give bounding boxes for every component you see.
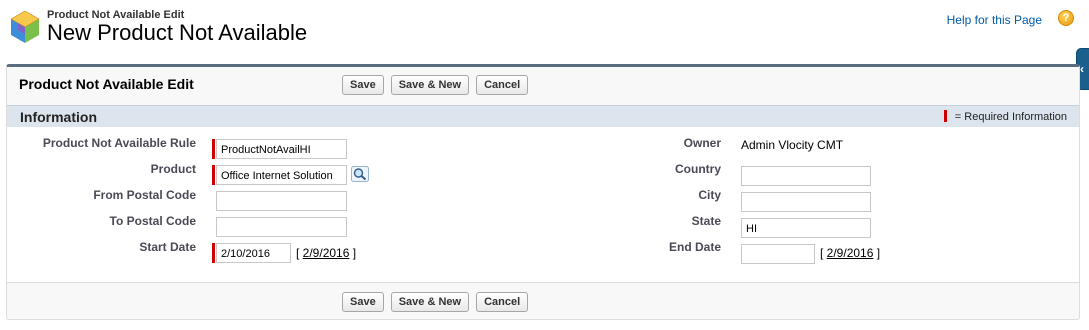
start-date-today: [ 2/9/2016 ] (296, 246, 356, 260)
product-input[interactable]: Office Internet Solution (216, 165, 347, 185)
save-button[interactable]: Save (342, 75, 384, 95)
page-title: New Product Not Available (47, 20, 308, 45)
to-postal-label: To Postal Code (109, 214, 196, 228)
save-and-new-button-bottom[interactable]: Save & New (390, 292, 470, 312)
to-postal-input[interactable] (216, 217, 347, 237)
chevron-left-icon: ‹ (1080, 62, 1084, 76)
start-date-bracket-open: [ (296, 246, 303, 260)
end-date-today-link[interactable]: 2/9/2016 (827, 246, 874, 260)
required-legend: = Required Information (943, 110, 1067, 123)
cancel-button[interactable]: Cancel (476, 75, 529, 95)
from-postal-label: From Postal Code (93, 188, 196, 202)
rule-required-marker (212, 139, 215, 159)
section-header: Information = Required Information (7, 105, 1079, 127)
rule-input[interactable]: ProductNotAvailHI (216, 139, 347, 159)
required-legend-text: = Required Information (954, 111, 1067, 123)
section-divider (7, 282, 1079, 283)
end-date-label: End Date (668, 240, 721, 254)
state-input[interactable]: HI (741, 218, 871, 238)
start-date-required-marker (212, 243, 215, 263)
section-title: Information (20, 109, 97, 125)
product-required-marker (212, 165, 215, 185)
block-title: Product Not Available Edit (19, 76, 194, 92)
city-input[interactable] (741, 192, 871, 212)
from-postal-input[interactable] (216, 191, 347, 211)
country-label: Country (675, 162, 721, 176)
edit-block: Product Not Available Edit Save Save & N… (6, 64, 1080, 320)
start-date-input[interactable]: 2/10/2016 (216, 243, 291, 263)
end-date-today: [ 2/9/2016 ] (820, 246, 880, 260)
help-link[interactable]: Help for this Page (947, 13, 1042, 27)
start-date-label: Start Date (139, 240, 196, 254)
required-marker (943, 110, 947, 122)
section-body: Product Not Available Rule ProductNotAva… (7, 127, 1079, 282)
save-and-new-button[interactable]: Save & New (390, 75, 470, 95)
product-cube-icon (10, 10, 40, 43)
end-date-input[interactable] (741, 244, 815, 264)
city-label: City (698, 188, 721, 202)
rule-label: Product Not Available Rule (42, 136, 196, 150)
page-header: Product Not Available Edit New Product N… (0, 0, 1089, 58)
end-date-bracket-close: ] (873, 246, 881, 260)
product-label: Product (150, 162, 196, 176)
top-button-group: Save Save & New Cancel (342, 75, 529, 95)
state-label: State (691, 214, 721, 228)
start-date-bracket-close: ] (349, 246, 357, 260)
cancel-button-bottom[interactable]: Cancel (476, 292, 529, 312)
owner-label: Owner (683, 136, 721, 150)
bottom-button-group: Save Save & New Cancel (342, 292, 529, 312)
country-input[interactable] (741, 166, 871, 186)
help-icon[interactable]: ? (1058, 10, 1074, 26)
owner-value: Admin Vlocity CMT (741, 138, 844, 152)
lookup-magnifier-icon[interactable] (351, 166, 369, 182)
end-date-bracket-open: [ (820, 246, 827, 260)
start-date-today-link[interactable]: 2/9/2016 (303, 246, 350, 260)
save-button-bottom[interactable]: Save (342, 292, 384, 312)
